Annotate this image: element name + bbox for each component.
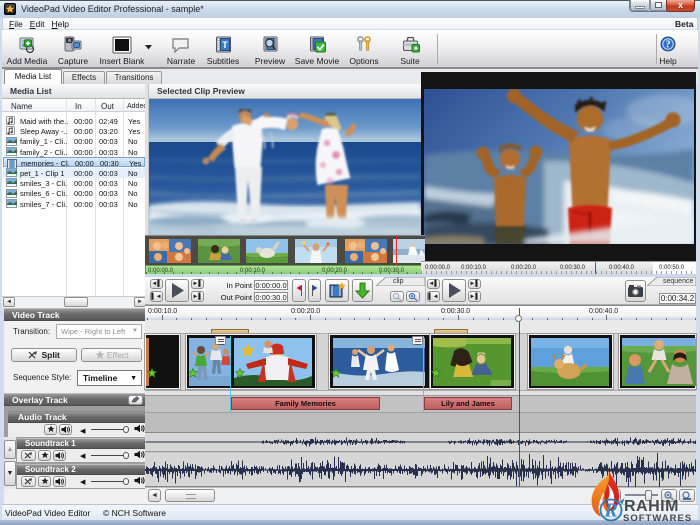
svg-text:T: T	[222, 40, 228, 50]
svg-text:?: ?	[666, 40, 671, 51]
svg-text:R: R	[603, 500, 617, 522]
svg-text:SOFTWARES: SOFTWARES	[623, 513, 692, 524]
